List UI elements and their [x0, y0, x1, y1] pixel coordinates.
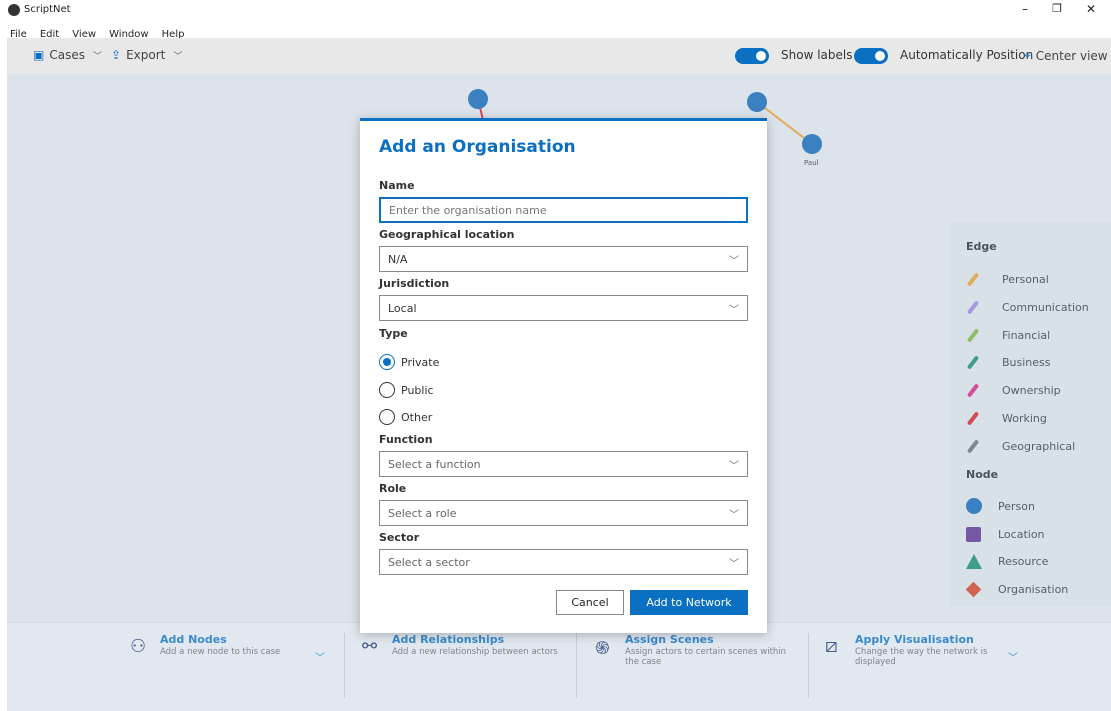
function-label: Function	[379, 433, 433, 446]
radio-label: Other	[401, 410, 433, 424]
type-radio-private[interactable]: Private	[379, 353, 439, 371]
toolbar: ▣ Cases ﹀ ⇪ Export ﹀ Show labels Automat…	[7, 38, 1111, 74]
close-icon[interactable]: ✕	[1080, 2, 1102, 16]
name-field[interactable]	[379, 197, 748, 223]
center-view-icon: ⌖	[1024, 48, 1031, 62]
add-to-network-button[interactable]: Add to Network	[630, 590, 748, 615]
show-labels-label: Show labels	[781, 48, 853, 62]
export-icon: ⇪	[111, 48, 122, 62]
radio-label: Private	[401, 355, 440, 369]
export-button[interactable]: ⇪ Export ﹀	[111, 48, 182, 62]
export-label: Export	[126, 48, 166, 62]
title-bar: ScriptNet – ❐ ✕	[0, 0, 1111, 22]
cases-label: Cases	[49, 48, 85, 62]
jurisdiction-value: Local	[388, 301, 417, 315]
jurisdiction-label: Jurisdiction	[379, 277, 450, 290]
sector-select[interactable]: Select a sector ﹀	[379, 549, 748, 575]
dialog-title: Add an Organisation	[379, 137, 576, 157]
add-organisation-dialog: Add an Organisation Name Geographical lo…	[360, 118, 767, 633]
chevron-down-icon: ﹀	[92, 51, 102, 62]
chevron-down-icon: ﹀	[729, 460, 739, 472]
jurisdiction-select[interactable]: Local ﹀	[379, 295, 748, 321]
role-label: Role	[379, 482, 407, 495]
chevron-down-icon: ﹀	[173, 51, 183, 62]
radio-icon[interactable]	[379, 382, 395, 398]
menu-bar: File Edit View Window Help	[0, 22, 1111, 40]
chevron-down-icon: ﹀	[729, 304, 739, 316]
function-select[interactable]: Select a function ﹀	[379, 451, 748, 477]
role-value: Select a role	[388, 506, 457, 520]
show-labels-toggle[interactable]	[735, 48, 769, 64]
cases-icon: ▣	[33, 48, 45, 62]
geo-select[interactable]: N/A ﹀	[379, 246, 748, 272]
type-radio-other[interactable]: Other	[379, 408, 432, 426]
center-view-button[interactable]: ⌖ Center view	[1024, 48, 1108, 63]
radio-selected-icon[interactable]	[379, 354, 395, 370]
function-value: Select a function	[388, 457, 481, 471]
sector-value: Select a sector	[388, 555, 470, 569]
geo-value: N/A	[388, 252, 408, 266]
name-input[interactable]	[389, 203, 738, 217]
type-radio-public[interactable]: Public	[379, 381, 434, 399]
cancel-button[interactable]: Cancel	[556, 590, 624, 615]
radio-icon[interactable]	[379, 409, 395, 425]
auto-position-label: Automatically Position	[900, 48, 1034, 62]
minimize-icon[interactable]: –	[1014, 2, 1036, 16]
radio-label: Public	[401, 383, 434, 397]
chevron-down-icon: ﹀	[729, 509, 739, 521]
center-view-label: Center view	[1035, 48, 1108, 63]
sector-label: Sector	[379, 531, 420, 544]
restore-icon[interactable]: ❐	[1046, 2, 1068, 15]
app-title: ScriptNet	[24, 4, 71, 15]
cases-button[interactable]: ▣ Cases ﹀	[33, 48, 102, 62]
name-label: Name	[379, 179, 415, 192]
chevron-down-icon: ﹀	[729, 558, 739, 570]
type-label: Type	[379, 327, 408, 340]
auto-position-toggle[interactable]	[854, 48, 888, 64]
geo-label: Geographical location	[379, 228, 515, 241]
app-logo-icon	[8, 4, 20, 16]
chevron-down-icon: ﹀	[729, 255, 739, 267]
role-select[interactable]: Select a role ﹀	[379, 500, 748, 526]
